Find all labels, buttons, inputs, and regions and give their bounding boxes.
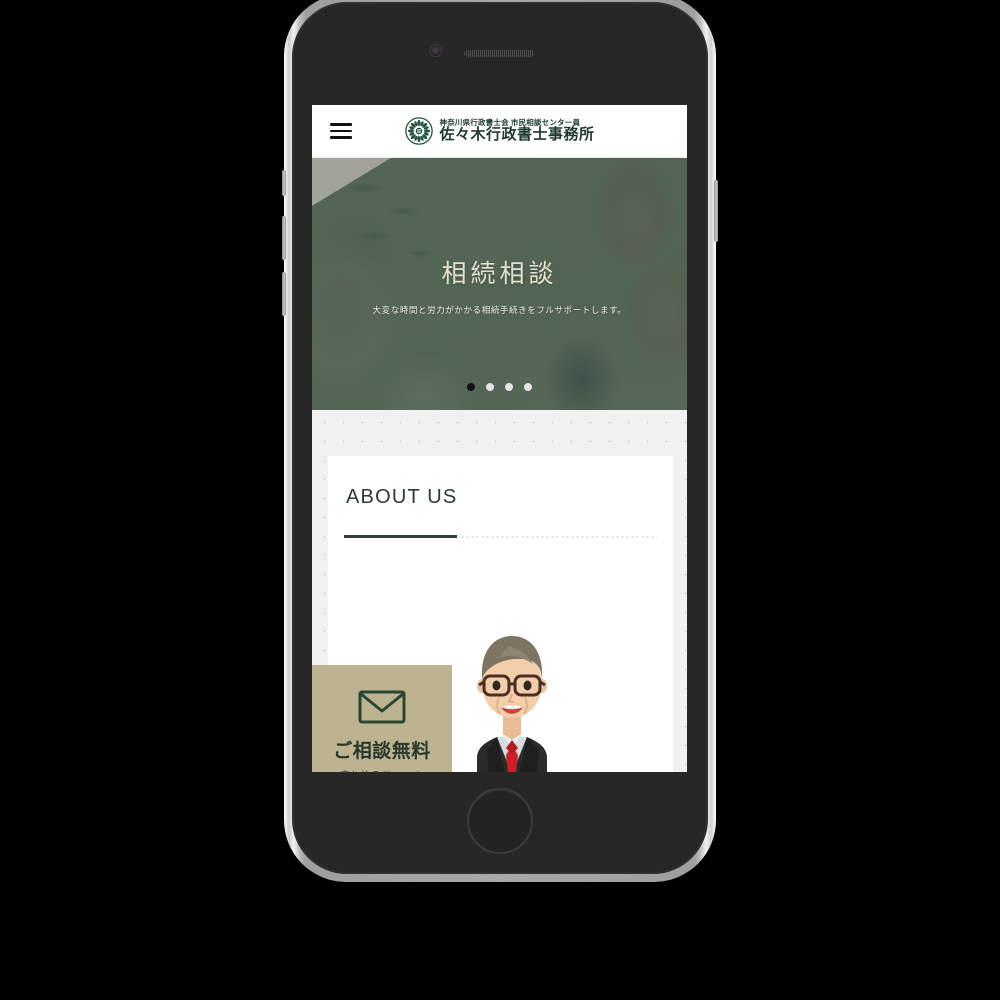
phone-screen: 神奈川県行政書士会 市民相談センター員 佐々木行政書士事務所 相続相談 大変な時… <box>312 105 687 772</box>
home-button[interactable] <box>467 788 533 854</box>
carousel-dot-1[interactable] <box>467 383 475 391</box>
camera-icon <box>429 44 442 57</box>
screenshot-root: 神奈川県行政書士会 市民相談センター員 佐々木行政書士事務所 相続相談 大変な時… <box>0 0 1000 1000</box>
speaker-grille <box>464 50 534 57</box>
volume-up-button[interactable] <box>282 216 286 260</box>
brand-subtitle: 神奈川県行政書士会 市民相談センター員 <box>439 117 581 127</box>
carousel-dot-3[interactable] <box>505 383 513 391</box>
volume-down-button[interactable] <box>282 272 286 316</box>
hero-subtitle: 大変な時間と労力がかかる相続手続きをフルサポートします。 <box>372 305 627 315</box>
brand-title: 佐々木行政書士事務所 <box>439 127 595 144</box>
hamburger-menu-icon[interactable] <box>330 119 352 143</box>
power-button[interactable] <box>714 180 718 242</box>
section-divider <box>344 535 657 538</box>
divider-solid-segment <box>344 535 457 538</box>
carousel-dot-2[interactable] <box>486 383 494 391</box>
cta-sub-label: 申し込みフォーム <box>340 767 424 773</box>
carousel-dot-4[interactable] <box>524 383 532 391</box>
free-consultation-cta-button[interactable]: ご相談無料 申し込みフォーム <box>312 665 452 772</box>
businessman-illustration <box>477 636 547 772</box>
mute-switch[interactable] <box>282 170 286 196</box>
cta-main-label: ご相談無料 <box>333 740 431 762</box>
hero-title: 相続相談 <box>441 261 558 288</box>
about-section: ABOUT US ご相談無料 <box>312 410 687 772</box>
phone-device: 神奈川県行政書士会 市民相談センター員 佐々木行政書士事務所 相続相談 大変な時… <box>282 0 718 882</box>
envelope-icon <box>358 690 406 723</box>
hero-copy: 相続相談 大変な時間と労力がかかる相続手続きをフルサポートします。 <box>312 254 687 316</box>
divider-dotted-segment <box>459 536 657 538</box>
carousel-pagination[interactable] <box>312 383 687 391</box>
page-title: ABOUT US <box>346 486 458 508</box>
brand-logo[interactable]: 神奈川県行政書士会 市民相談センター員 佐々木行政書士事務所 <box>404 117 594 145</box>
hero-carousel[interactable]: 相続相談 大変な時間と労力がかかる相続手続きをフルサポートします。 <box>312 158 687 410</box>
company-seal-logo-icon <box>404 117 433 145</box>
site-header: 神奈川県行政書士会 市民相談センター員 佐々木行政書士事務所 <box>312 105 687 158</box>
